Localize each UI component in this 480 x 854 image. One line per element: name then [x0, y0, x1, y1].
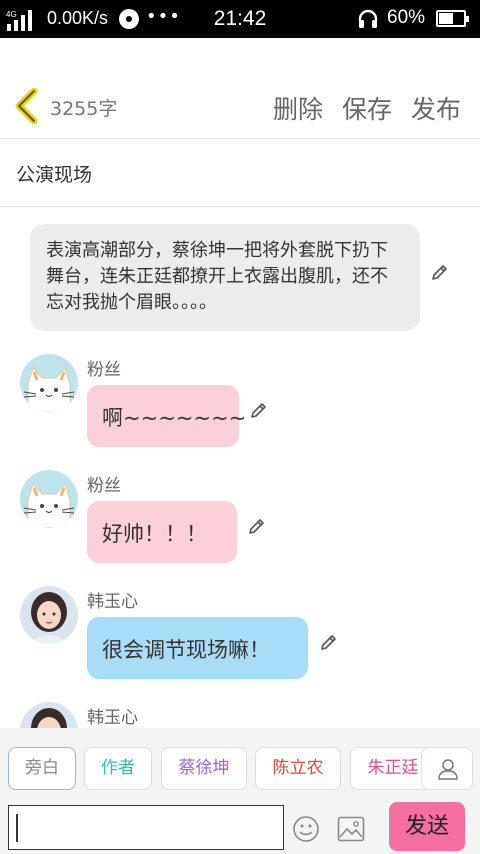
- send-button[interactable]: 发送: [389, 802, 465, 851]
- person-icon: [438, 759, 458, 780]
- role-chip-label: 陈立农: [272, 758, 324, 778]
- cat-avatar-icon: [20, 354, 78, 412]
- story-title: 公演现场: [16, 164, 93, 186]
- emoji-icon[interactable]: [292, 815, 320, 843]
- edit-pencil-icon[interactable]: [246, 517, 266, 537]
- cat-avatar[interactable]: [20, 354, 78, 412]
- message-bubble[interactable]: 很会调节现场嘛！: [87, 617, 308, 679]
- girl-avatar-icon: [20, 586, 78, 644]
- edit-pencil-icon[interactable]: [429, 263, 449, 283]
- sender-name: 韩玉心: [87, 592, 138, 612]
- chat-area[interactable]: 表演高潮部分，蔡徐坤一把将外套脱下扔下舞台，连朱正廷都撩开上衣露出腹肌，还不忘对…: [0, 208, 480, 728]
- manage-roles-button[interactable]: [421, 747, 473, 790]
- edit-pencil-icon[interactable]: [318, 633, 338, 653]
- battery-icon: [436, 10, 469, 27]
- role-selector-bar: 旁白 作者 蔡徐坤 陈立农 朱正廷: [0, 728, 480, 808]
- role-chip-label: 旁白: [25, 758, 59, 778]
- word-count: 3255字: [50, 98, 118, 120]
- sender-name: 粉丝: [87, 476, 121, 496]
- back-chevron-icon[interactable]: [14, 88, 40, 124]
- message-input[interactable]: [8, 805, 284, 850]
- role-chip-label: 朱正廷: [367, 758, 419, 778]
- status-bar: 4G 0.00K/s ••• 21:42 60%: [0, 0, 480, 38]
- cat-avatar-icon: [20, 470, 78, 528]
- input-bar: 发送: [0, 802, 480, 854]
- narration-bubble[interactable]: 表演高潮部分，蔡徐坤一把将外套脱下扔下舞台，连朱正廷都撩开上衣露出腹肌，还不忘对…: [30, 224, 420, 331]
- save-button[interactable]: 保存: [342, 90, 392, 126]
- role-chip-narrator[interactable]: 旁白: [8, 747, 76, 790]
- role-chip-label: 蔡徐坤: [178, 758, 230, 778]
- role-chip-chen-linong[interactable]: 陈立农: [255, 747, 341, 790]
- story-title-row[interactable]: 公演现场: [0, 139, 480, 207]
- publish-button[interactable]: 发布: [411, 90, 461, 126]
- battery-percent: 60%: [387, 7, 426, 28]
- girl-avatar-icon: [20, 702, 78, 728]
- girl-avatar[interactable]: [20, 586, 78, 644]
- message-bubble[interactable]: 好帅！！！: [87, 501, 237, 563]
- role-chip-author[interactable]: 作者: [84, 747, 152, 790]
- text-caret: [16, 814, 18, 842]
- girl-avatar[interactable]: [20, 702, 78, 728]
- editor-header: 3255字 删除 保存 发布: [0, 38, 480, 139]
- message-bubble[interactable]: 啊~~~~~~~: [87, 385, 246, 447]
- role-chip-label: 作者: [101, 758, 135, 778]
- edit-pencil-icon[interactable]: [248, 401, 268, 421]
- sender-name: 韩玉心: [87, 708, 138, 728]
- cat-avatar[interactable]: [20, 470, 78, 528]
- sender-name: 粉丝: [87, 360, 121, 380]
- headset-icon: [358, 9, 378, 28]
- image-icon[interactable]: [337, 816, 365, 842]
- role-chip-cai-xukun[interactable]: 蔡徐坤: [161, 747, 247, 790]
- delete-button[interactable]: 删除: [273, 90, 323, 126]
